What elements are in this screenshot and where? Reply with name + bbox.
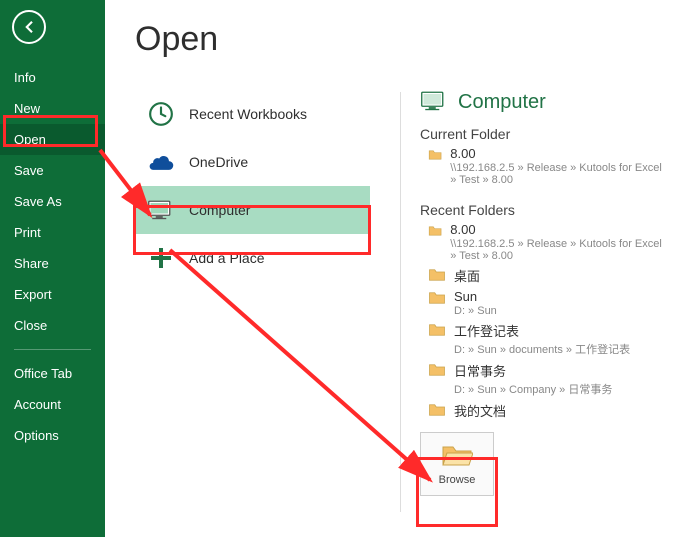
place-computer[interactable]: Computer bbox=[135, 186, 370, 234]
right-panel: Computer Current Folder 8.00 \\192.168.2… bbox=[420, 90, 670, 496]
main-content: Open Recent Workbooks OneDrive Computer … bbox=[105, 0, 680, 537]
sidebar: Info New Open Save Save As Print Share E… bbox=[0, 0, 105, 537]
folder-path: \\192.168.2.5 » Release » Kutools for Ex… bbox=[450, 238, 670, 262]
sidebar-item-share[interactable]: Share bbox=[0, 248, 105, 279]
folder-icon bbox=[428, 403, 446, 417]
folder-recent[interactable]: Sun D: » Sun bbox=[428, 289, 670, 317]
sidebar-item-new[interactable]: New bbox=[0, 93, 105, 124]
folder-name: 8.00 bbox=[450, 222, 670, 237]
computer-icon bbox=[420, 90, 448, 114]
folder-icon bbox=[428, 224, 442, 238]
place-label: Add a Place bbox=[189, 250, 265, 266]
folder-name: 我的文档 bbox=[454, 401, 506, 420]
folder-icon bbox=[428, 363, 446, 377]
places-list: Recent Workbooks OneDrive Computer Add a… bbox=[135, 90, 370, 282]
folder-recent[interactable]: 我的文档 bbox=[428, 401, 670, 420]
folder-name: 日常事务 bbox=[454, 361, 612, 380]
folder-name: 8.00 bbox=[450, 146, 670, 161]
folder-name: 工作登记表 bbox=[454, 321, 630, 340]
browse-button[interactable]: Browse bbox=[420, 432, 494, 496]
sidebar-item-export[interactable]: Export bbox=[0, 279, 105, 310]
browse-label: Browse bbox=[439, 474, 476, 486]
folder-open-icon bbox=[441, 442, 473, 468]
folder-recent[interactable]: 工作登记表 D: » Sun » documents » 工作登记表 bbox=[428, 321, 670, 357]
place-recent-workbooks[interactable]: Recent Workbooks bbox=[135, 90, 370, 138]
folder-path: D: » Sun » documents » 工作登记表 bbox=[454, 341, 630, 357]
folder-recent[interactable]: 日常事务 D: » Sun » Company » 日常事务 bbox=[428, 361, 670, 397]
plus-icon bbox=[147, 244, 175, 272]
sidebar-item-close[interactable]: Close bbox=[0, 310, 105, 341]
recent-folders-label: Recent Folders bbox=[420, 202, 670, 218]
place-add-a-place[interactable]: Add a Place bbox=[135, 234, 370, 282]
folder-icon bbox=[428, 291, 446, 305]
sidebar-item-account[interactable]: Account bbox=[0, 389, 105, 420]
folder-recent[interactable]: 桌面 bbox=[428, 266, 670, 285]
folder-icon bbox=[428, 268, 446, 282]
sidebar-separator bbox=[14, 349, 91, 350]
computer-icon bbox=[147, 196, 175, 224]
folder-name: 桌面 bbox=[454, 266, 480, 285]
page-title: Open bbox=[135, 20, 680, 59]
place-onedrive[interactable]: OneDrive bbox=[135, 138, 370, 186]
sidebar-item-print[interactable]: Print bbox=[0, 217, 105, 248]
back-arrow-icon bbox=[20, 18, 38, 36]
folder-current[interactable]: 8.00 \\192.168.2.5 » Release » Kutools f… bbox=[428, 146, 670, 186]
folder-path: \\192.168.2.5 » Release » Kutools for Ex… bbox=[450, 162, 670, 186]
right-panel-header: Computer bbox=[420, 90, 670, 114]
folder-icon bbox=[428, 148, 442, 162]
sidebar-item-options[interactable]: Options bbox=[0, 420, 105, 451]
vertical-divider bbox=[400, 92, 401, 512]
clock-icon bbox=[147, 100, 175, 128]
folder-icon bbox=[428, 323, 446, 337]
place-label: Computer bbox=[189, 202, 250, 218]
current-folder-label: Current Folder bbox=[420, 126, 670, 142]
sidebar-item-office-tab[interactable]: Office Tab bbox=[0, 358, 105, 389]
place-label: Recent Workbooks bbox=[189, 106, 307, 122]
folder-path: D: » Sun bbox=[454, 305, 497, 317]
sidebar-item-save[interactable]: Save bbox=[0, 155, 105, 186]
back-button[interactable] bbox=[12, 10, 46, 44]
place-label: OneDrive bbox=[189, 154, 248, 170]
sidebar-item-open[interactable]: Open bbox=[0, 124, 105, 155]
cloud-icon bbox=[147, 148, 175, 176]
sidebar-item-info[interactable]: Info bbox=[0, 62, 105, 93]
folder-recent[interactable]: 8.00 \\192.168.2.5 » Release » Kutools f… bbox=[428, 222, 670, 262]
folder-name: Sun bbox=[454, 289, 497, 304]
right-panel-title: Computer bbox=[458, 91, 546, 114]
sidebar-item-save-as[interactable]: Save As bbox=[0, 186, 105, 217]
folder-path: D: » Sun » Company » 日常事务 bbox=[454, 381, 612, 397]
